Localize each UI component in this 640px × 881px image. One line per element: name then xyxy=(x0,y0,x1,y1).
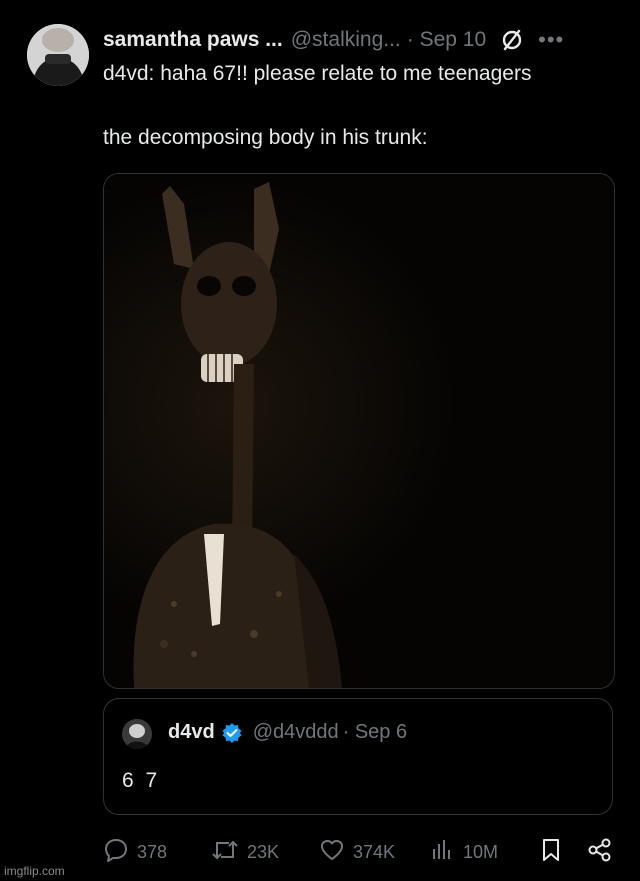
quoted-text: 6 7 xyxy=(122,769,161,792)
quoted-header: d4vd @d4vddd · Sep 6 xyxy=(168,721,407,744)
bookmark-button[interactable] xyxy=(539,837,571,867)
like-icon xyxy=(319,837,353,868)
reply-icon xyxy=(103,837,137,868)
repost-button[interactable]: 23K xyxy=(211,837,279,867)
more-icon[interactable]: ••• xyxy=(538,27,564,53)
quoted-handle[interactable]: @d4vddd xyxy=(253,721,339,744)
watermark: imgflip.com xyxy=(4,864,65,878)
tweet-media-image[interactable] xyxy=(103,173,615,689)
views-icon xyxy=(429,837,463,868)
quoted-date[interactable]: · Sep 6 xyxy=(343,721,407,744)
author-name[interactable]: samantha paws ... xyxy=(103,28,283,52)
like-count: 374K xyxy=(353,841,396,862)
tweet-header: samantha paws ... @stalking... · Sep 10 … xyxy=(103,26,623,54)
views-button[interactable]: 10M xyxy=(429,837,498,867)
verified-badge-icon xyxy=(221,722,243,744)
share-button[interactable] xyxy=(587,837,621,867)
tweet-actions: 378 23K 374K 10M xyxy=(103,837,613,867)
author-avatar[interactable] xyxy=(27,24,89,86)
author-handle[interactable]: @stalking... xyxy=(291,28,401,52)
like-button[interactable]: 374K xyxy=(319,837,395,867)
bookmark-icon xyxy=(539,837,571,868)
quoted-name[interactable]: d4vd xyxy=(168,721,215,744)
tweet-date[interactable]: · Sep 10 xyxy=(407,28,486,52)
quoted-tweet[interactable]: d4vd @d4vddd · Sep 6 6 7 xyxy=(103,698,613,815)
tweet-text-line2: the decomposing body in his trunk: xyxy=(103,126,428,149)
quoted-avatar[interactable] xyxy=(122,719,152,749)
no-sign-icon xyxy=(500,28,524,52)
reply-count: 378 xyxy=(137,841,168,862)
reply-button[interactable]: 378 xyxy=(103,837,167,867)
share-icon xyxy=(587,837,621,868)
repost-count: 23K xyxy=(247,841,280,862)
views-count: 10M xyxy=(463,841,499,862)
tweet-text-line1: d4vd: haha 67!! please relate to me teen… xyxy=(103,62,532,85)
repost-icon xyxy=(211,837,247,868)
